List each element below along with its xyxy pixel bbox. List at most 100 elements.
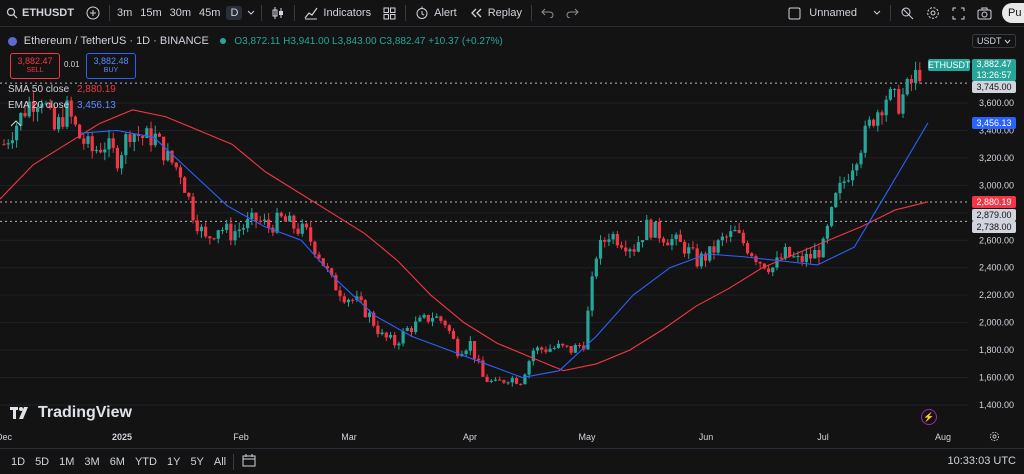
ema-legend[interactable]: EMA 20 close 3,456.13 — [8, 100, 116, 111]
chart-legend: Ethereum / TetherUS · 1D · BINANCE O3,87… — [8, 35, 503, 47]
candle-body — [527, 361, 531, 375]
time-tick-label: Apr — [463, 432, 477, 442]
lightning-icon[interactable]: ⚡ — [921, 409, 937, 425]
range-5y[interactable]: 5Y — [185, 456, 208, 468]
time-tick-label: May — [578, 432, 596, 442]
price-tick-label: 3,200.00 — [979, 153, 1014, 163]
range-5d[interactable]: 5D — [30, 456, 54, 468]
candle-body — [888, 89, 892, 100]
range-3m[interactable]: 3M — [79, 456, 104, 468]
price-tick-label: 3,000.00 — [979, 180, 1014, 190]
time-tick-label: Feb — [233, 432, 249, 442]
candle-body — [279, 212, 283, 217]
range-1d[interactable]: 1D — [6, 456, 30, 468]
templates-button[interactable] — [377, 0, 402, 26]
time-axis-settings-button[interactable] — [989, 431, 1000, 445]
buy-button[interactable]: 3,882.48 BUY — [86, 53, 136, 79]
gear-icon — [989, 431, 1000, 442]
interval-dropdown[interactable] — [244, 0, 258, 26]
time-tick-label: Mar — [341, 432, 357, 442]
chart-type-button[interactable] — [265, 0, 291, 26]
rewind-icon — [470, 8, 482, 18]
candle-body — [61, 117, 65, 127]
interval-d[interactable]: D — [224, 0, 244, 26]
price-tick-label: 1,800.00 — [979, 345, 1014, 355]
candle-body — [111, 138, 115, 148]
candle-body — [787, 246, 792, 257]
candle-body — [729, 231, 733, 237]
range-6m[interactable]: 6M — [105, 456, 130, 468]
candle-body — [535, 347, 540, 351]
redo-icon — [566, 8, 579, 18]
utc-clock[interactable]: 10:33:03 UTC — [948, 455, 1016, 467]
publish-button[interactable]: Pu — [1002, 3, 1024, 23]
square-icon — [788, 7, 801, 19]
range-all[interactable]: All — [209, 456, 231, 468]
candle-body — [380, 332, 384, 335]
candle-body — [506, 382, 510, 384]
candle-body — [267, 219, 271, 228]
candle-body — [405, 328, 409, 331]
settings-button[interactable] — [920, 0, 946, 26]
candle-body — [594, 258, 598, 277]
replay-button[interactable]: Replay — [463, 0, 528, 26]
candle-body — [229, 223, 233, 241]
sma-legend[interactable]: SMA 50 close 2,880.19 — [8, 84, 116, 95]
redo-button[interactable] — [560, 0, 585, 26]
candle-body — [283, 216, 288, 222]
candle-body — [905, 79, 909, 95]
compare-button[interactable] — [80, 0, 106, 26]
last-price: 3,882.47 — [976, 59, 1012, 69]
sell-button[interactable]: 3,882.47 SELL — [10, 53, 60, 79]
candle-body — [401, 330, 405, 344]
price-chart[interactable]: 3,600.003,400.003,200.003,000.002,800.00… — [0, 27, 1024, 447]
range-1y[interactable]: 1Y — [162, 456, 185, 468]
time-tick-label: Jun — [699, 432, 714, 442]
interval-15m[interactable]: 15m — [136, 0, 165, 26]
indicators-label: Indicators — [323, 7, 372, 19]
chevron-down-icon — [873, 10, 881, 15]
buy-price: 3,882.48 — [93, 56, 129, 66]
candle-body — [178, 167, 183, 178]
candle-body — [876, 112, 880, 126]
candle-body — [82, 138, 86, 144]
candle-body — [834, 193, 838, 208]
candle-body — [556, 343, 561, 348]
fullscreen-button[interactable] — [946, 0, 971, 26]
currency-selector[interactable]: USDT — [972, 34, 1016, 48]
range-1m[interactable]: 1M — [54, 456, 79, 468]
candle-body — [645, 219, 649, 241]
collapse-legend-button[interactable] — [10, 118, 22, 130]
alert-button[interactable]: Alert — [409, 0, 463, 26]
candle-body — [141, 136, 145, 139]
go-to-date-button[interactable] — [237, 453, 261, 470]
candle-body — [6, 143, 10, 145]
price-tick-label: 2,200.00 — [979, 290, 1014, 300]
candle-body — [409, 328, 414, 333]
candle-body — [317, 254, 321, 259]
range-ytd[interactable]: YTD — [130, 456, 162, 468]
candle-body — [716, 240, 720, 253]
candle-body — [724, 236, 729, 238]
interval-45m[interactable]: 45m — [195, 0, 224, 26]
candle-body — [779, 257, 783, 259]
interval-3m[interactable]: 3m — [113, 0, 136, 26]
symbol-search[interactable]: ETHUSDT — [0, 0, 80, 26]
indicators-button[interactable]: Indicators — [298, 0, 377, 26]
candle-body — [897, 88, 901, 114]
undo-button[interactable] — [535, 0, 560, 26]
candle-body — [636, 242, 640, 252]
quick-search-button[interactable] — [894, 0, 920, 26]
candle-body — [183, 177, 187, 193]
candle-body — [611, 234, 615, 240]
sell-label: SELL — [26, 67, 44, 74]
brand-name: TradingView — [38, 404, 132, 421]
divider — [261, 5, 263, 21]
interval-30m[interactable]: 30m — [166, 0, 195, 26]
layout-selector[interactable]: Unnamed — [782, 0, 887, 26]
snapshot-button[interactable] — [971, 0, 998, 26]
candle-body — [678, 234, 682, 242]
time-tick-label: Aug — [935, 432, 951, 442]
candle-body — [90, 136, 94, 152]
divider — [108, 5, 110, 21]
